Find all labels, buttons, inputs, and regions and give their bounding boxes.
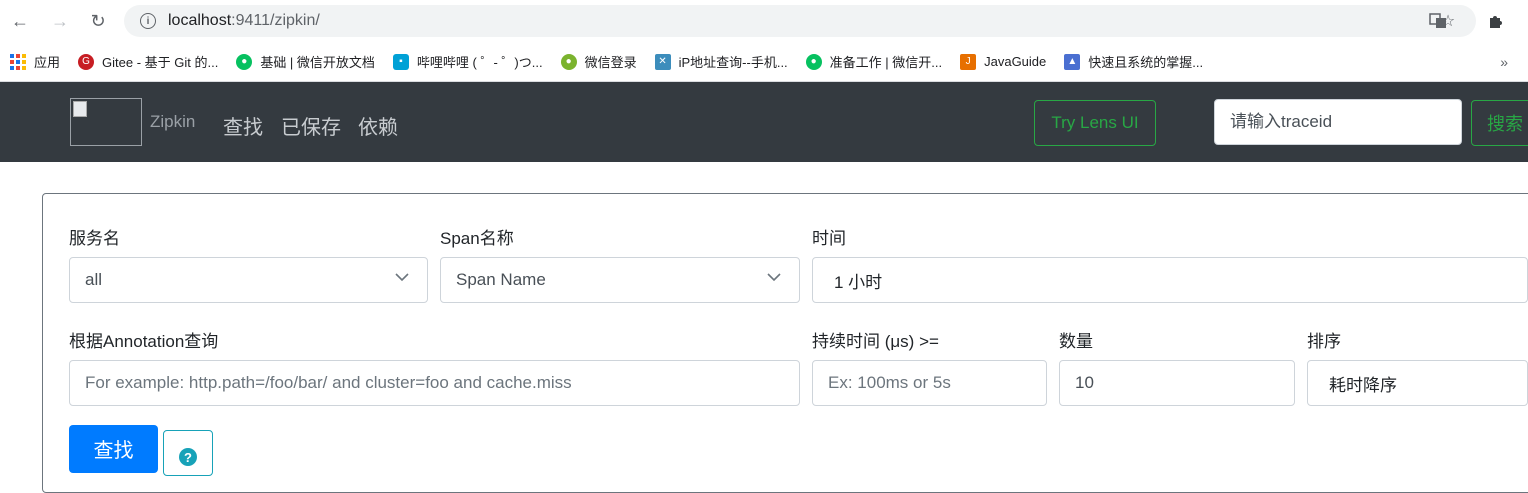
- url-host: localhost: [168, 12, 232, 29]
- sort-order-select[interactable]: 耗时降序: [1307, 360, 1528, 406]
- url-path: :9411/zipkin/: [231, 12, 320, 29]
- bookmarks-more-button[interactable]: »: [1500, 54, 1508, 70]
- bookmark-label: 哔哩哔哩 ( ゜- ゜)つ...: [416, 55, 543, 70]
- min-duration-input[interactable]: Ex: 100ms or 5s: [812, 360, 1047, 406]
- limit-label: 数量: [1059, 332, 1093, 351]
- find-traces-button[interactable]: 查找: [69, 425, 158, 473]
- apps-grid-icon: [10, 53, 26, 70]
- limit-value: 10: [1075, 373, 1094, 392]
- chevron-down-icon: [767, 273, 781, 282]
- sort-label: 排序: [1307, 332, 1341, 351]
- span-name-label: Span名称: [440, 229, 514, 248]
- bookmark-label: 基础 | 微信开放文档: [260, 55, 375, 70]
- bookmark-wechat-prep[interactable]: ● 准备工作 | 微信开...: [805, 52, 943, 71]
- bookmark-label: 快速且系统的掌握...: [1088, 55, 1204, 70]
- zipkin-navbar: Zipkin 查找 已保存 依赖 Try Lens UI 搜索: [0, 82, 1528, 162]
- broken-image-icon: [73, 101, 87, 117]
- nav-link-saved[interactable]: 已保存: [281, 111, 341, 140]
- navbar-brand[interactable]: Zipkin: [150, 112, 195, 132]
- span-name-select[interactable]: Span Name: [440, 257, 800, 303]
- wechat-icon: ●: [805, 53, 822, 70]
- bookmark-book[interactable]: ▲ 快速且系统的掌握...: [1064, 52, 1203, 71]
- try-lens-ui-button[interactable]: Try Lens UI: [1034, 100, 1156, 146]
- help-button[interactable]: ?: [163, 430, 213, 476]
- bookmark-javaguide[interactable]: J JavaGuide: [960, 53, 1047, 70]
- nav-link-find[interactable]: 查找: [223, 111, 263, 140]
- traceid-input[interactable]: [1214, 99, 1462, 145]
- javaguide-icon: J: [960, 53, 977, 70]
- bookmark-apps[interactable]: 应用: [10, 52, 60, 71]
- bookmark-bilibili[interactable]: ▪ 哔哩哔哩 ( ゜- ゜)つ...: [392, 52, 543, 71]
- bookmarks-bar: 应用 G Gitee - 基于 Git 的... ● 基础 | 微信开放文档 ▪…: [0, 42, 1528, 82]
- question-circle-icon: ?: [179, 448, 197, 466]
- service-name-select[interactable]: all: [69, 257, 428, 303]
- service-name-value: all: [85, 270, 103, 289]
- nav-link-dependencies[interactable]: 依赖: [358, 111, 398, 140]
- ip-lookup-icon: ✕: [654, 53, 671, 70]
- bilibili-icon: ▪: [392, 53, 409, 70]
- book-icon: ▲: [1064, 53, 1081, 70]
- bookmark-label: Gitee - 基于 Git 的...: [102, 55, 219, 70]
- gitee-icon: G: [78, 53, 95, 70]
- service-name-label: 服务名: [69, 229, 120, 248]
- time-range-value: 1 小时: [834, 272, 883, 292]
- wechat-icon: ●: [236, 53, 253, 70]
- bookmark-label: 微信登录: [584, 55, 637, 70]
- bookmark-label: JavaGuide: [984, 54, 1047, 69]
- url-text: localhost:9411/zipkin/: [168, 12, 320, 30]
- forward-arrow-icon[interactable]: →: [48, 9, 72, 33]
- search-form-card: [42, 193, 1528, 493]
- reload-icon[interactable]: ↻: [86, 9, 110, 33]
- min-duration-placeholder: Ex: 100ms or 5s: [828, 373, 951, 392]
- chevron-down-icon: [395, 273, 409, 282]
- site-info-icon[interactable]: i: [140, 13, 156, 29]
- bookmark-wechat-login[interactable]: ● 微信登录: [560, 52, 637, 71]
- annotation-query-label: 根据Annotation查询: [69, 332, 219, 351]
- bookmark-label: 准备工作 | 微信开...: [829, 55, 943, 70]
- sort-order-value: 耗时降序: [1329, 375, 1397, 395]
- bookmark-label: 应用: [34, 55, 61, 70]
- time-label: 时间: [812, 229, 846, 248]
- limit-input[interactable]: 10: [1059, 360, 1295, 406]
- back-arrow-icon[interactable]: ←: [8, 9, 32, 33]
- zipkin-logo-image[interactable]: [70, 98, 142, 146]
- url-omnibox[interactable]: i localhost:9411/zipkin/: [124, 5, 1476, 37]
- bookmark-label: iP地址查询--手机...: [678, 55, 788, 70]
- min-duration-label: 持续时间 (μs) >=: [812, 332, 939, 351]
- browser-address-bar: ← → ↻ i localhost:9411/zipkin/ ☆: [0, 0, 1528, 42]
- span-name-value: Span Name: [456, 270, 546, 289]
- extensions-puzzle-icon[interactable]: [1486, 11, 1506, 31]
- bookmark-star-icon[interactable]: ☆: [1438, 11, 1458, 31]
- trace-search-button[interactable]: 搜索: [1471, 100, 1528, 146]
- wechat-bubble-icon: ●: [560, 53, 577, 70]
- bookmark-ip-lookup[interactable]: ✕ iP地址查询--手机...: [654, 52, 788, 71]
- bookmark-wechat-docs[interactable]: ● 基础 | 微信开放文档: [236, 52, 375, 71]
- annotation-query-placeholder: For example: http.path=/foo/bar/ and clu…: [85, 373, 572, 392]
- annotation-query-input[interactable]: For example: http.path=/foo/bar/ and clu…: [69, 360, 800, 406]
- time-range-select[interactable]: 1 小时: [812, 257, 1528, 303]
- bookmark-gitee[interactable]: G Gitee - 基于 Git 的...: [78, 52, 218, 71]
